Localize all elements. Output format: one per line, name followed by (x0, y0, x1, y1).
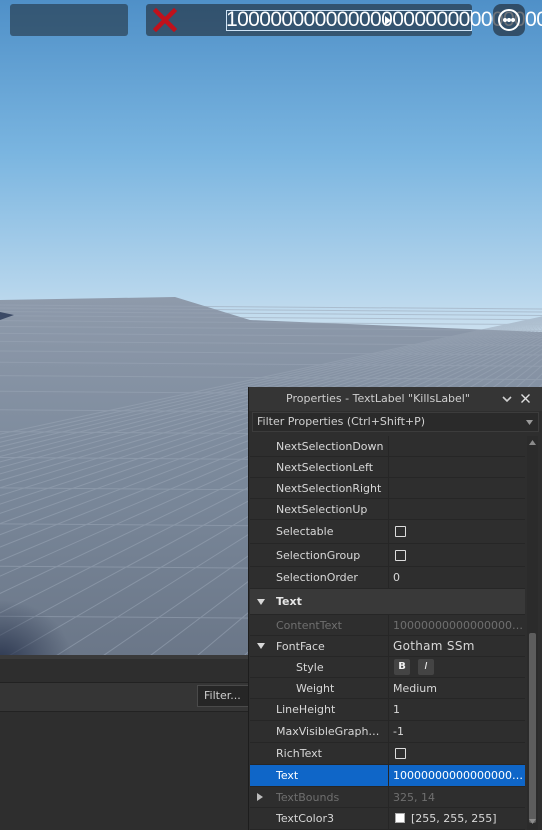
property-name: Selectable (276, 525, 334, 538)
collapse-triangle-icon[interactable] (257, 599, 265, 606)
properties-scrollbar[interactable] (527, 436, 538, 830)
property-row-selected[interactable]: Text 100000000000000000000000000 (250, 765, 525, 787)
bold-button[interactable]: B (394, 659, 410, 675)
property-row[interactable]: MaxVisibleGraphemes -1 (250, 721, 525, 743)
property-name: LineHeight (276, 703, 336, 716)
property-name: TextBounds (276, 791, 340, 804)
property-value (388, 544, 524, 567)
property-name: Text (276, 769, 299, 782)
property-value: 325, 14 (388, 787, 524, 808)
expand-triangle-icon[interactable] (257, 793, 263, 801)
property-row[interactable]: NextSelectionUp (250, 499, 525, 520)
property-value[interactable]: -1 (388, 721, 524, 743)
property-value[interactable]: 100000000000000000000000000 (388, 765, 524, 787)
property-name: SelectionOrder (276, 571, 358, 584)
property-name: RichText (276, 747, 322, 760)
scroll-up-icon[interactable] (529, 440, 536, 445)
property-row[interactable]: SelectionOrder 0 (250, 567, 525, 589)
category-name: Text (276, 595, 302, 608)
close-icon[interactable] (520, 393, 531, 404)
property-value[interactable] (388, 436, 524, 457)
property-value (388, 520, 524, 544)
menu-dot (511, 18, 515, 22)
property-row[interactable]: LineHeight 1 (250, 699, 525, 721)
pin-icon[interactable] (502, 394, 512, 404)
property-value[interactable] (388, 478, 524, 499)
property-name: NextSelectionDown (276, 440, 384, 453)
property-value[interactable]: Medium (388, 678, 524, 699)
text-caret-icon (385, 16, 391, 25)
property-value[interactable]: [255, 255, 255] (388, 808, 524, 830)
property-name: MaxVisibleGraphemes (276, 725, 386, 738)
property-row[interactable]: FontFace Gotham SSm (250, 636, 525, 657)
hud-left-panel (10, 4, 128, 36)
property-row[interactable]: RichText (250, 743, 525, 765)
category-header-text[interactable]: Text (250, 589, 525, 615)
properties-titlebar[interactable]: Properties - TextLabel "KillsLabel" (249, 387, 542, 411)
dropdown-icon[interactable] (526, 420, 533, 425)
scroll-down-icon[interactable] (529, 819, 536, 824)
property-row[interactable]: Selectable (250, 520, 525, 544)
property-name: NextSelectionLeft (276, 461, 374, 474)
property-name: ContentText (276, 619, 342, 632)
italic-button[interactable]: I (418, 659, 434, 675)
panel-divider (0, 655, 250, 659)
filter-properties-input[interactable]: Filter Properties (Ctrl+Shift+P) (252, 412, 539, 432)
selection-group-checkbox[interactable] (395, 550, 406, 561)
output-panel (0, 655, 250, 830)
property-value[interactable] (388, 457, 524, 478)
property-name: NextSelectionUp (276, 503, 368, 516)
property-row[interactable]: Style B I (250, 657, 525, 678)
property-value[interactable] (388, 499, 524, 520)
property-value[interactable]: 0 (388, 567, 524, 589)
property-name: FontFace (276, 640, 325, 653)
collapse-triangle-icon[interactable] (257, 643, 265, 650)
property-value[interactable]: 1 (388, 699, 524, 721)
rich-text-checkbox[interactable] (395, 748, 406, 759)
property-row[interactable]: TextBounds 325, 14 (250, 787, 525, 808)
property-value (388, 743, 524, 765)
color-value: [255, 255, 255] (411, 812, 497, 825)
property-row[interactable]: TextColor3 [255, 255, 255] (250, 808, 525, 830)
property-name: NextSelectionRight (276, 482, 382, 495)
properties-title: Properties - TextLabel "KillsLabel" (286, 392, 470, 405)
color-swatch[interactable] (395, 813, 405, 823)
property-row[interactable]: NextSelectionRight (250, 478, 525, 499)
property-value: 100000000000000000000000000 (388, 615, 524, 636)
filter-properties-placeholder: Filter Properties (Ctrl+Shift+P) (257, 415, 426, 428)
scroll-thumb[interactable] (529, 633, 536, 823)
property-name: SelectionGroup (276, 549, 361, 562)
close-x-icon[interactable] (153, 8, 177, 32)
property-row[interactable]: NextSelectionDown (250, 436, 525, 457)
property-value: B I (388, 657, 524, 678)
selectable-checkbox[interactable] (395, 526, 406, 537)
more-options-button[interactable] (493, 4, 525, 36)
property-row[interactable]: ContentText 100000000000000000000000000 (250, 615, 525, 636)
property-row[interactable]: SelectionGroup (250, 544, 525, 567)
property-value[interactable]: Gotham SSm (388, 636, 524, 657)
properties-window: Properties - TextLabel "KillsLabel" Filt… (248, 387, 542, 830)
property-name: TextColor3 (276, 812, 334, 825)
property-row[interactable]: NextSelectionLeft (250, 457, 525, 478)
property-row[interactable]: Weight Medium (250, 678, 525, 699)
